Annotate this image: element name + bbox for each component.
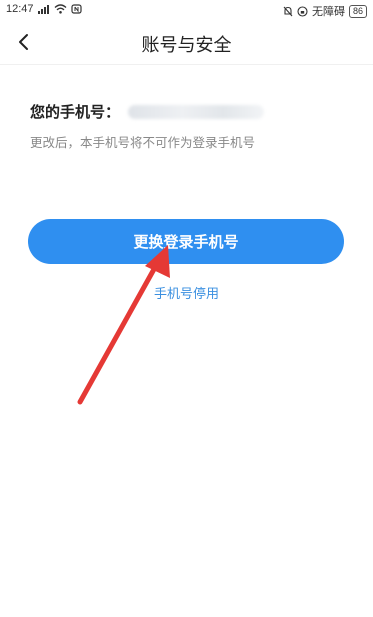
annotation-arrow [77, 245, 170, 405]
phone-change-hint: 更改后，本手机号将不可作为登录手机号 [30, 135, 256, 150]
mute-bell-icon [283, 6, 293, 16]
accessibility-text: 无障碍 [311, 6, 345, 18]
page-title: 账号与安全 [141, 35, 232, 56]
phone-number-blurred [128, 104, 265, 119]
nfc-icon [70, 4, 82, 14]
signal-icon [37, 4, 49, 14]
nav-bar: 账号与安全 [0, 20, 373, 65]
status-right: 无障碍 86 [283, 3, 367, 19]
status-time: 12:47 [6, 3, 34, 15]
wifi-icon [54, 4, 67, 14]
status-left: 12:47 [6, 3, 82, 15]
status-bar: 12:47 无障碍 86 [0, 0, 373, 20]
change-phone-button[interactable]: 更换登录手机号 [28, 219, 344, 264]
phone-label: 您的手机号： [30, 103, 121, 121]
battery-indicator: 86 [348, 4, 367, 18]
deactivate-phone-link[interactable]: 手机号停用 [0, 283, 373, 302]
lock-rotation-icon [297, 5, 308, 17]
phone-row: 您的手机号： [30, 101, 265, 122]
